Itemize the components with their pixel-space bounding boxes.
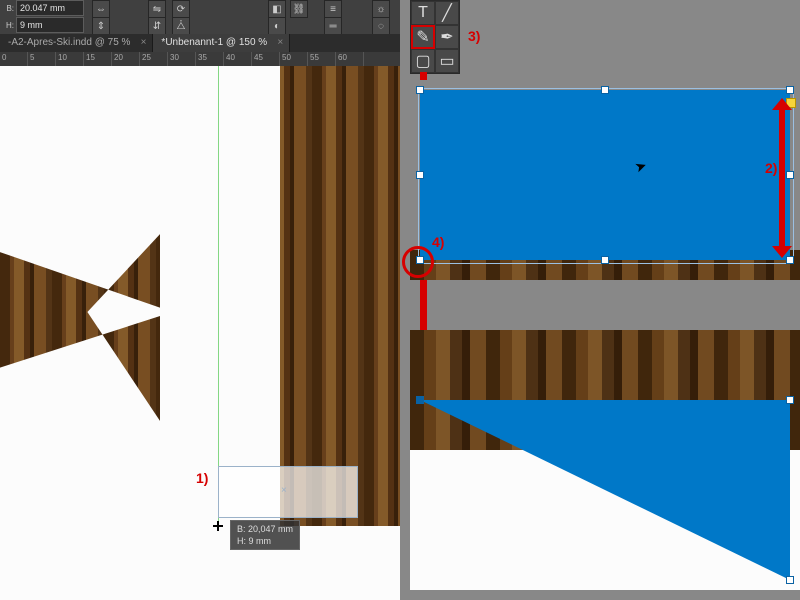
readout-height: H: 9 mm	[237, 535, 293, 547]
ruler-tick-label: 0	[2, 53, 6, 62]
selection-handle[interactable]	[786, 86, 794, 94]
flip-horizontal-icon[interactable]: ⇋	[148, 0, 166, 18]
height-label: H:	[2, 21, 16, 30]
snapshot-step-2: ➤ 2) 4)	[410, 80, 800, 280]
horizontal-ruler[interactable]: 0 5 10 15 20 25 30 35 40 45 50 55 60	[0, 52, 400, 67]
document-tab-strip: -A2-Apres-Ski.indd @ 75 % × *Unbenannt-1…	[0, 34, 400, 52]
tool-palette: T ╱ ✎ ✒ ▢ ▭	[410, 0, 460, 74]
frame-center-x-icon: ×	[281, 485, 287, 496]
left-indesign-window: B: H: ⇔ ⇕ ⇋ ⇵ ⟳ ⧊ ◧ ◐ ⛓ ≡ ═ ☼ ◌ -A2-Apre…	[0, 0, 400, 600]
pencil-tool-icon[interactable]: ✒	[435, 25, 459, 49]
anchor-point[interactable]	[416, 396, 424, 404]
annotation-step-3: 3)	[468, 28, 480, 44]
rotate-icon[interactable]: ⟳	[172, 0, 190, 18]
stroke-weight-icon[interactable]: ≡	[324, 0, 342, 18]
ruler-tick-label: 40	[226, 53, 235, 62]
effects-icon[interactable]: ☼	[372, 0, 390, 18]
rectangle-frame-tool-icon[interactable]: ▢	[411, 49, 435, 73]
eyedropper-tool-icon[interactable]: ✎	[411, 25, 435, 49]
height-input[interactable]	[16, 17, 84, 33]
vertical-guide[interactable]	[218, 66, 219, 526]
ruler-tick-label: 20	[114, 53, 123, 62]
anchor-point[interactable]	[786, 396, 794, 404]
tab-label: -A2-Apres-Ski.indd @ 75 %	[8, 37, 130, 48]
snapshot-result	[410, 330, 800, 590]
line-tool-icon[interactable]: ╱	[435, 1, 459, 25]
selection-handle[interactable]	[601, 256, 609, 264]
blue-rectangle[interactable]	[420, 90, 790, 260]
annotation-step-4: 4)	[432, 234, 444, 250]
ruler-tick-label: 55	[310, 53, 319, 62]
ruler-tick-label: 30	[170, 53, 179, 62]
width-input[interactable]	[16, 0, 84, 16]
tab-apres-ski[interactable]: -A2-Apres-Ski.indd @ 75 % ×	[0, 34, 153, 52]
new-frame-being-drawn[interactable]: ×	[218, 466, 358, 518]
selection-handle[interactable]	[416, 86, 424, 94]
shear-icon[interactable]: ⧊	[172, 17, 190, 35]
ruler-tick-label: 50	[282, 53, 291, 62]
selection-handle[interactable]	[786, 171, 794, 179]
control-bar: B: H: ⇔ ⇕ ⇋ ⇵ ⟳ ⧊ ◧ ◐ ⛓ ≡ ═ ☼ ◌	[0, 0, 400, 35]
close-icon[interactable]: ×	[141, 34, 147, 52]
type-tool-icon[interactable]: T	[411, 1, 435, 25]
ruler-tick-label: 25	[142, 53, 151, 62]
annotation-step-1: 1)	[196, 470, 208, 486]
anchor-center-icon[interactable]: ◐	[268, 17, 286, 35]
selection-handle[interactable]	[601, 86, 609, 94]
right-column: T ╱ ✎ ✒ ▢ ▭ 3) ➤ 2)	[410, 0, 800, 600]
tab-unbenannt[interactable]: *Unbenannt-1 @ 150 % ×	[153, 34, 290, 52]
tab-label: *Unbenannt-1 @ 150 %	[161, 37, 267, 48]
opacity-icon[interactable]: ◌	[372, 17, 390, 35]
stroke-style-icon[interactable]: ═	[324, 17, 342, 35]
ruler-tick-label: 35	[198, 53, 207, 62]
ruler-tick-label: 5	[30, 53, 34, 62]
scale-y-toggle-icon[interactable]: ⇕	[92, 17, 110, 35]
scale-x-toggle-icon[interactable]: ⇔	[92, 0, 110, 18]
close-icon[interactable]: ×	[277, 34, 283, 52]
ruler-tick-label: 45	[254, 53, 263, 62]
flip-vertical-icon[interactable]: ⇵	[148, 17, 166, 35]
white-bottom-strip	[0, 526, 400, 600]
anchor-left-icon[interactable]: ◧	[268, 0, 286, 18]
ruler-tick-label: 15	[86, 53, 95, 62]
red-circle-callout-icon	[402, 246, 434, 278]
size-readout-tooltip: B: 20,047 mm H: 9 mm	[230, 520, 300, 550]
anchor-point[interactable]	[786, 576, 794, 584]
annotation-step-2: 2)	[765, 160, 777, 176]
crosshair-cursor-icon	[213, 521, 223, 531]
width-label: B:	[2, 4, 16, 13]
ruler-tick-label: 60	[338, 53, 347, 62]
selection-handle[interactable]	[416, 171, 424, 179]
rectangle-tool-icon[interactable]: ▭	[435, 49, 459, 73]
ruler-tick-label: 10	[58, 53, 67, 62]
constrain-link-icon[interactable]: ⛓	[290, 0, 308, 18]
readout-width: B: 20,047 mm	[237, 523, 293, 535]
document-canvas[interactable]: × B: 20,047 mm H: 9 mm 1)	[0, 66, 400, 600]
